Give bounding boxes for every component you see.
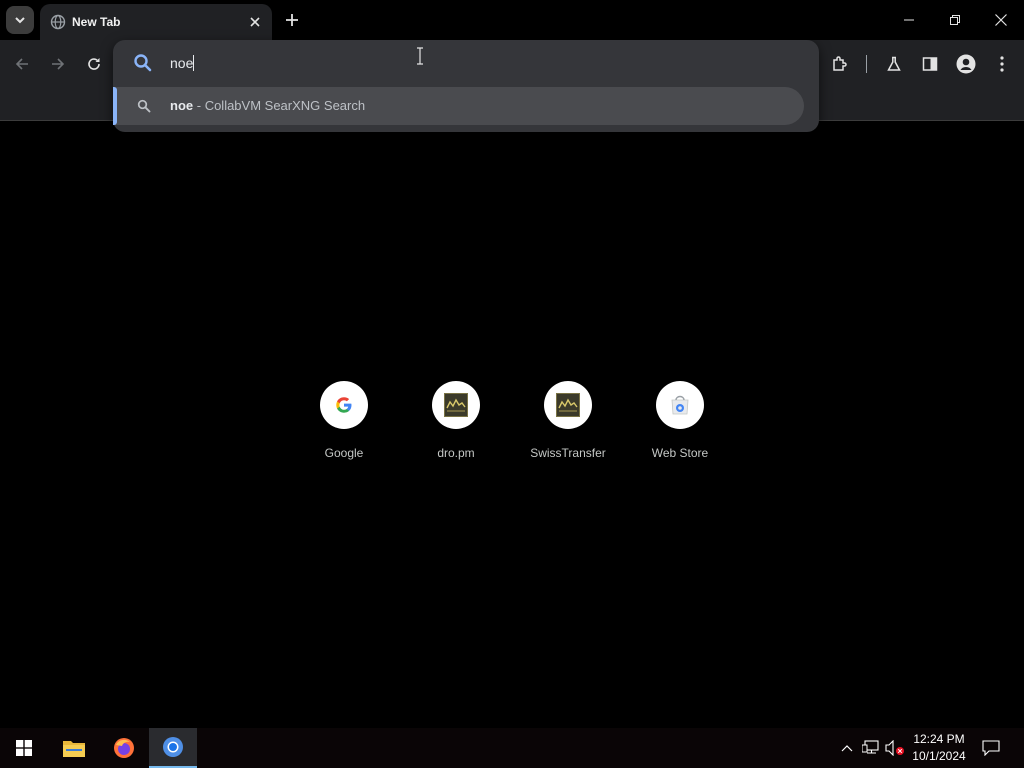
start-button[interactable] — [0, 728, 48, 768]
minimize-button[interactable] — [886, 0, 932, 40]
suggestion-text: noe - CollabVM SearXNG Search — [170, 97, 365, 115]
plus-icon — [286, 14, 298, 26]
text-caret — [193, 55, 195, 71]
windows-logo-icon — [16, 740, 32, 756]
chevron-down-icon — [15, 17, 25, 24]
shortcut-dro-pm[interactable]: dro.pm — [406, 381, 506, 465]
action-center-button[interactable] — [981, 738, 1001, 758]
shortcut-icon — [656, 381, 704, 429]
reload-button[interactable] — [80, 50, 108, 78]
taskbar-clock[interactable]: 12:24 PM 10/1/2024 — [906, 731, 972, 765]
restore-button[interactable] — [932, 0, 978, 40]
web-store-icon — [671, 395, 689, 415]
side-panel-button[interactable] — [916, 50, 944, 78]
chrome-button[interactable] — [149, 728, 197, 768]
tab-search-button[interactable] — [6, 6, 34, 34]
firefox-button[interactable] — [100, 728, 148, 768]
shortcut-swisstransfer[interactable]: SwissTransfer — [518, 381, 618, 465]
omnibox-popup: noe noe - CollabVM SearXNG Search — [113, 40, 819, 132]
google-g-icon — [336, 397, 352, 413]
more-vert-icon — [1000, 56, 1004, 72]
arrow-right-icon — [52, 58, 65, 70]
dark-site-favicon — [444, 393, 468, 417]
shortcut-google[interactable]: Google — [294, 381, 394, 465]
tab-new-tab[interactable]: New Tab — [40, 4, 272, 40]
firefox-icon — [114, 738, 134, 758]
extensions-button[interactable] — [826, 50, 854, 78]
chevron-up-icon — [841, 745, 853, 752]
address-bar-input[interactable]: noe — [170, 53, 770, 73]
shortcut-label: SwissTransfer — [530, 446, 606, 460]
new-tab-button[interactable] — [280, 8, 304, 32]
close-icon — [250, 17, 260, 27]
search-icon — [137, 99, 151, 113]
toolbar-divider — [866, 55, 867, 73]
shortcut-web-store[interactable]: Web Store — [630, 381, 730, 465]
tab-title: New Tab — [72, 15, 121, 29]
chrome-icon — [163, 737, 183, 757]
search-icon — [134, 54, 152, 72]
back-button[interactable] — [8, 50, 36, 78]
labs-button[interactable] — [880, 50, 908, 78]
restore-icon — [950, 15, 960, 25]
shortcut-label: Web Store — [651, 446, 709, 460]
tab-close-button[interactable] — [246, 13, 264, 31]
omnibox-suggestion[interactable]: noe - CollabVM SearXNG Search — [113, 87, 804, 125]
menu-button[interactable] — [988, 50, 1016, 78]
shortcut-icon — [544, 381, 592, 429]
avatar-icon — [956, 54, 976, 74]
address-bar-text: noe — [170, 55, 194, 71]
tab-strip: New Tab — [0, 0, 1024, 40]
suggestion-query: noe — [170, 98, 194, 113]
clock-date: 10/1/2024 — [912, 749, 966, 763]
minimize-icon — [904, 19, 914, 21]
shortcut-label: Google — [324, 446, 364, 460]
forward-button[interactable] — [44, 50, 72, 78]
network-tray-button[interactable] — [861, 738, 881, 758]
windows-taskbar: 12:24 PM 10/1/2024 — [0, 728, 1024, 768]
suggestion-selected-indicator — [113, 87, 117, 125]
arrow-left-icon — [15, 58, 28, 70]
suggestion-engine: CollabVM SearXNG Search — [204, 98, 366, 113]
dark-site-favicon — [556, 393, 580, 417]
clock-time: 12:24 PM — [913, 732, 965, 746]
reload-icon — [88, 58, 100, 70]
volume-tray-button[interactable] — [885, 738, 905, 758]
shortcut-label: dro.pm — [437, 446, 475, 460]
shortcut-icon — [432, 381, 480, 429]
file-explorer-button[interactable] — [50, 728, 98, 768]
folder-icon — [63, 741, 85, 757]
shortcut-icon — [320, 381, 368, 429]
i-beam-cursor-icon — [417, 47, 423, 65]
side-panel-icon — [922, 57, 938, 71]
profile-button[interactable] — [952, 50, 980, 78]
close-icon — [995, 14, 1007, 26]
suggestion-separator: - — [193, 98, 205, 113]
notification-icon — [982, 740, 1000, 756]
show-hidden-icons-button[interactable] — [837, 738, 857, 758]
flask-icon — [887, 56, 901, 71]
close-window-button[interactable] — [978, 0, 1024, 40]
network-icon — [862, 740, 879, 754]
globe-icon — [50, 14, 66, 30]
volume-muted-icon — [885, 740, 904, 756]
puzzle-piece-icon — [833, 56, 847, 71]
